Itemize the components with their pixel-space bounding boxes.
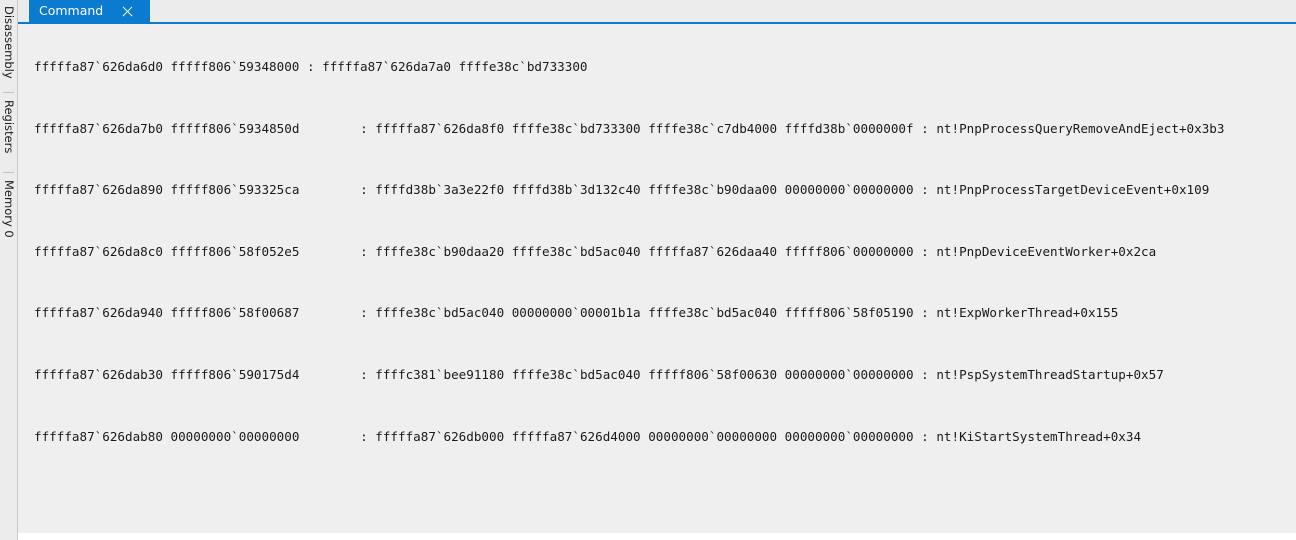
stack-frame-args: fffffa87`626da8f0 ffffe38c`bd733300 ffff… bbox=[375, 120, 914, 136]
spacer: : bbox=[913, 428, 937, 444]
stack-frame-row: fffffa87`626dab80 00000000`00000000 : ff… bbox=[34, 429, 1296, 446]
stack-frame-args: ffffe38c`bd5ac040 00000000`00001b1a ffff… bbox=[375, 305, 914, 321]
stack-frame-row: fffffa87`626dab30 fffff806`590175d4 : ff… bbox=[34, 367, 1296, 384]
dock-tab-registers[interactable]: Registers bbox=[0, 96, 17, 154]
command-output-text: fffffa87`626da6d0 fffff806`59348000 : ff… bbox=[34, 24, 1296, 533]
spacer: : bbox=[913, 182, 937, 198]
left-dock: Disassembly Registers Memory 0 bbox=[0, 0, 18, 540]
tab-strip: Command bbox=[18, 0, 1296, 22]
stack-frame-ret-addr: fffff806`590175d4 bbox=[170, 366, 300, 382]
stack-frame-args: ffffc381`bee91180 ffffe38c`bd5ac040 ffff… bbox=[375, 366, 914, 382]
stack-frame-row: fffffa87`626da940 fffff806`58f00687 : ff… bbox=[34, 305, 1296, 322]
stack-frame-symbol: nt!ExpWorkerThread+0x155 bbox=[936, 305, 1119, 321]
stack-frame-separator: : bbox=[360, 243, 376, 259]
tab-command[interactable]: Command bbox=[29, 0, 150, 22]
stack-frame-child-sp: fffffa87`626da890 bbox=[34, 182, 163, 198]
close-icon[interactable] bbox=[121, 5, 134, 18]
window-bottom-strip bbox=[18, 533, 1296, 540]
stack-frame-symbol: nt!PnpDeviceEventWorker+0x2ca bbox=[936, 243, 1157, 259]
stack-frame-separator: : bbox=[360, 120, 376, 136]
stack-frame-child-sp: fffffa87`626da7b0 bbox=[34, 120, 163, 136]
stack-frame-ret-addr: fffff806`58f00687 bbox=[170, 305, 300, 321]
stack-frame-row: fffffa87`626da890 fffff806`593325ca : ff… bbox=[34, 182, 1296, 199]
tab-command-label: Command bbox=[39, 3, 104, 18]
dock-tab-registers-label: Registers bbox=[2, 100, 16, 154]
stack-frame-row: fffffa87`626da8c0 fffff806`58f052e5 : ff… bbox=[34, 244, 1296, 261]
stack-frame-row: fffffa87`626da7b0 fffff806`5934850d : ff… bbox=[34, 121, 1296, 138]
stack-frame-ret-addr: 00000000`00000000 bbox=[170, 428, 300, 444]
stack-frame-separator: : bbox=[360, 182, 376, 198]
stack-frame-args: ffffe38c`b90daa20 ffffe38c`bd5ac040 ffff… bbox=[375, 243, 914, 259]
stack-frame-ret-addr: fffff806`5934850d bbox=[170, 120, 300, 136]
stack-frame-ret-addr: fffff806`593325ca bbox=[170, 182, 300, 198]
dock-tab-memory-0-label: Memory 0 bbox=[2, 180, 16, 238]
stack-frame-row: fffffa87`626da6d0 fffff806`59348000 : ff… bbox=[34, 59, 588, 74]
stack-frame-child-sp: fffffa87`626da8c0 bbox=[34, 243, 163, 259]
dock-tab-disassembly-label: Disassembly bbox=[2, 6, 16, 79]
dock-tab-memory-0[interactable]: Memory 0 bbox=[0, 176, 17, 238]
spacer: : bbox=[913, 305, 937, 321]
stack-frame-separator: : bbox=[360, 366, 376, 382]
stack-frame-separator: : bbox=[360, 428, 376, 444]
dock-tab-disassembly[interactable]: Disassembly bbox=[0, 2, 17, 79]
stack-frame-symbol: nt!PnpProcessQueryRemoveAndEject+0x3b3 bbox=[936, 120, 1225, 136]
dock-divider bbox=[3, 172, 14, 173]
spacer: : bbox=[913, 120, 937, 136]
stack-frame-symbol: nt!KiStartSystemThread+0x34 bbox=[936, 428, 1142, 444]
command-output-pane[interactable]: fffffa87`626da6d0 fffff806`59348000 : ff… bbox=[18, 24, 1296, 533]
stack-frame-symbol: nt!PspSystemThreadStartup+0x57 bbox=[936, 366, 1164, 382]
stack-frame-child-sp: fffffa87`626dab30 bbox=[34, 366, 163, 382]
spacer: : bbox=[913, 366, 937, 382]
stack-frame-separator: : bbox=[360, 305, 376, 321]
dock-tab-list: Disassembly Registers Memory 0 bbox=[0, 0, 17, 540]
main-pane: Command fffffa87`626da6d0 fffff806`59348… bbox=[18, 0, 1296, 540]
stack-frame-args: fffffa87`626db000 fffffa87`626d4000 0000… bbox=[375, 428, 914, 444]
debugger-window: Disassembly Registers Memory 0 Command f… bbox=[0, 0, 1296, 540]
dock-divider bbox=[3, 92, 14, 93]
stack-frame-child-sp: fffffa87`626dab80 bbox=[34, 428, 163, 444]
stack-frame-child-sp: fffffa87`626da940 bbox=[34, 305, 163, 321]
stack-frame-ret-addr: fffff806`58f052e5 bbox=[170, 243, 300, 259]
stack-frame-symbol: nt!PnpProcessTargetDeviceEvent+0x109 bbox=[936, 182, 1210, 198]
stack-frame-args: ffffd38b`3a3e22f0 ffffd38b`3d132c40 ffff… bbox=[375, 182, 914, 198]
spacer: : bbox=[913, 243, 937, 259]
